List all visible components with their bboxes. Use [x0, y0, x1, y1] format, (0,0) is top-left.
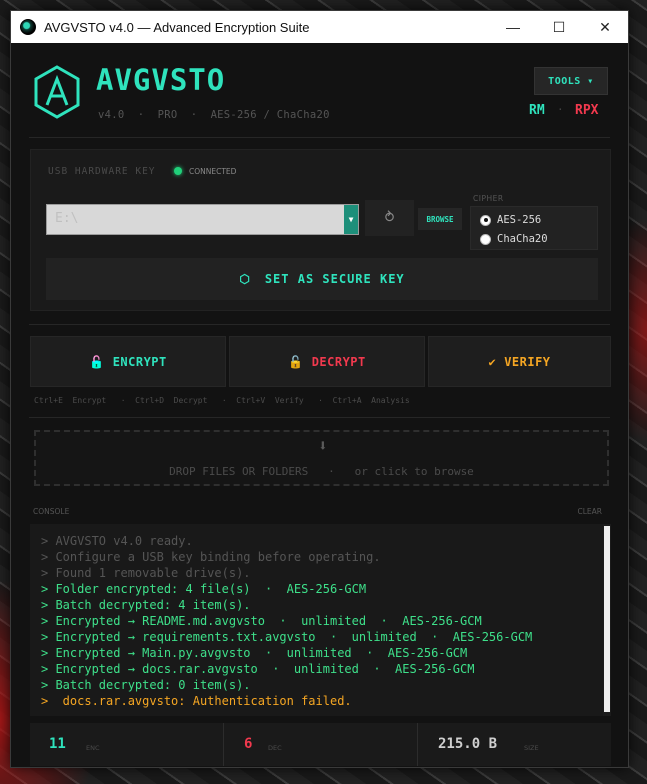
mode-separator: ·	[557, 103, 564, 116]
console-line: > AVGVSTO v4.0 ready.	[41, 534, 193, 548]
stat-label: SIZE	[524, 744, 539, 752]
stat-size: 215.0 B SIZE	[418, 723, 611, 766]
set-secure-key-label: SET AS SECURE KEY	[264, 272, 405, 286]
radio-selected-icon[interactable]	[480, 214, 491, 226]
console-line: > Encrypted → Main.py.avgvsto · unlimite…	[41, 646, 468, 660]
cipher-label: CIPHER	[473, 194, 504, 203]
cipher-option-label: ChaCha20	[497, 233, 548, 245]
console-line: > Batch decrypted: 0 item(s).	[41, 678, 251, 692]
mode-rpx-toggle[interactable]: RPX	[575, 103, 598, 118]
stat-label: DEC	[268, 744, 282, 752]
console-line: > Encrypted → docs.rar.avgvsto · unlimit…	[41, 662, 475, 676]
chevron-down-icon[interactable]: ▼	[344, 205, 358, 234]
console-line: > Batch decrypted: 4 item(s).	[41, 598, 251, 612]
console-line: > Folder encrypted: 4 file(s) · AES-256-…	[41, 582, 367, 596]
encrypt-button[interactable]: 🔓 ENCRYPT	[30, 336, 226, 387]
console-clear-button[interactable]: CLEAR	[578, 507, 603, 516]
console-title: CONSOLE	[33, 507, 70, 516]
console-line: > docs.rar.avgvsto: Authentication faile…	[41, 694, 352, 708]
drop-zone-text: DROP FILES OR FOLDERS · or click to brow…	[169, 465, 474, 478]
cipher-radio-group: AES-256 ChaCha20	[470, 206, 598, 250]
unlock-icon: 🔓	[288, 354, 304, 369]
console-line: > Found 1 removable drive(s).	[41, 566, 251, 580]
verify-button[interactable]: ✔ VERIFY	[428, 336, 611, 387]
console-line: > Encrypted → README.md.avgvsto · unlimi…	[41, 614, 482, 628]
stat-decrypted: 6 DEC	[224, 723, 418, 766]
refresh-drives-button[interactable]: ⥁	[365, 200, 414, 236]
connection-status-dot	[174, 167, 182, 175]
app-icon	[20, 19, 36, 35]
header-divider	[29, 137, 610, 138]
connection-status-text: CONNECTED	[189, 167, 237, 176]
close-button[interactable]: ✕	[582, 11, 628, 43]
cipher-option-aes256[interactable]: AES-256	[480, 214, 541, 226]
stat-value: 215.0 B	[438, 736, 498, 752]
stat-encrypted: 11 ENC	[30, 723, 224, 766]
tools-menu-button[interactable]: TOOLS ▾	[534, 67, 608, 95]
console-line: > Encrypted → requirements.txt.avgvsto ·…	[41, 630, 533, 644]
app-window: AVGVSTO v4.0 — Advanced Encryption Suite…	[10, 10, 629, 768]
usb-divider	[29, 324, 610, 325]
decrypt-button[interactable]: 🔓 DECRYPT	[229, 336, 425, 387]
decrypt-label: DECRYPT	[311, 354, 366, 369]
mode-rm-toggle[interactable]: RM	[529, 103, 545, 118]
unlock-icon: 🔓	[89, 354, 105, 369]
console-scrollbar[interactable]	[603, 524, 611, 716]
brand-name: AVGVSTO	[96, 63, 226, 97]
checkmark-icon: ✔	[488, 354, 497, 369]
scrollbar-thumb[interactable]	[604, 526, 610, 712]
console-line: > Configure a USB key binding before ope…	[41, 550, 381, 564]
stat-value: 6	[244, 736, 253, 752]
usb-section-label: USB HARDWARE KEY	[48, 166, 156, 177]
hexagon-icon: ⬡	[239, 272, 251, 286]
file-drop-zone[interactable]: ⬇ DROP FILES OR FOLDERS · or click to br…	[34, 430, 609, 486]
window-title: AVGVSTO v4.0 — Advanced Encryption Suite	[44, 19, 310, 35]
version-subtitle: v4.0 · PRO · AES-256 / ChaCha20	[98, 109, 330, 121]
stat-value: 11	[49, 736, 66, 752]
radio-unselected-icon[interactable]	[480, 233, 491, 245]
cipher-option-label: AES-256	[497, 214, 542, 226]
usb-key-panel: USB HARDWARE KEY CONNECTED E:\ ▼ ⥁ BROWS…	[30, 149, 611, 311]
browse-button[interactable]: BROWSE	[418, 208, 462, 230]
title-bar[interactable]: AVGVSTO v4.0 — Advanced Encryption Suite…	[11, 11, 628, 43]
cipher-option-chacha20[interactable]: ChaCha20	[480, 233, 548, 245]
drive-select-value: E:\	[55, 211, 79, 226]
verify-label: VERIFY	[504, 354, 551, 369]
stat-label: ENC	[86, 744, 100, 752]
encrypt-label: ENCRYPT	[112, 354, 167, 369]
drive-select[interactable]: E:\ ▼	[46, 204, 359, 235]
main-content: AVGVSTO v4.0 · PRO · AES-256 / ChaCha20 …	[11, 43, 628, 767]
set-secure-key-button[interactable]: ⬡ SET AS SECURE KEY	[46, 258, 598, 300]
download-arrow-icon: ⬇	[318, 436, 328, 455]
refresh-icon: ⥁	[384, 210, 395, 226]
minimize-button[interactable]: —	[490, 11, 536, 43]
actions-divider	[29, 417, 610, 418]
stats-bar: 11 ENC 6 DEC 215.0 B SIZE	[30, 723, 611, 766]
keyboard-shortcuts-hint: Ctrl+E Encrypt · Ctrl+D Decrypt · Ctrl+V…	[34, 396, 410, 405]
logo-icon	[34, 65, 80, 119]
console-log[interactable]: > AVGVSTO v4.0 ready. > Configure a USB k…	[30, 524, 611, 716]
maximize-button[interactable]: ☐	[536, 11, 582, 43]
